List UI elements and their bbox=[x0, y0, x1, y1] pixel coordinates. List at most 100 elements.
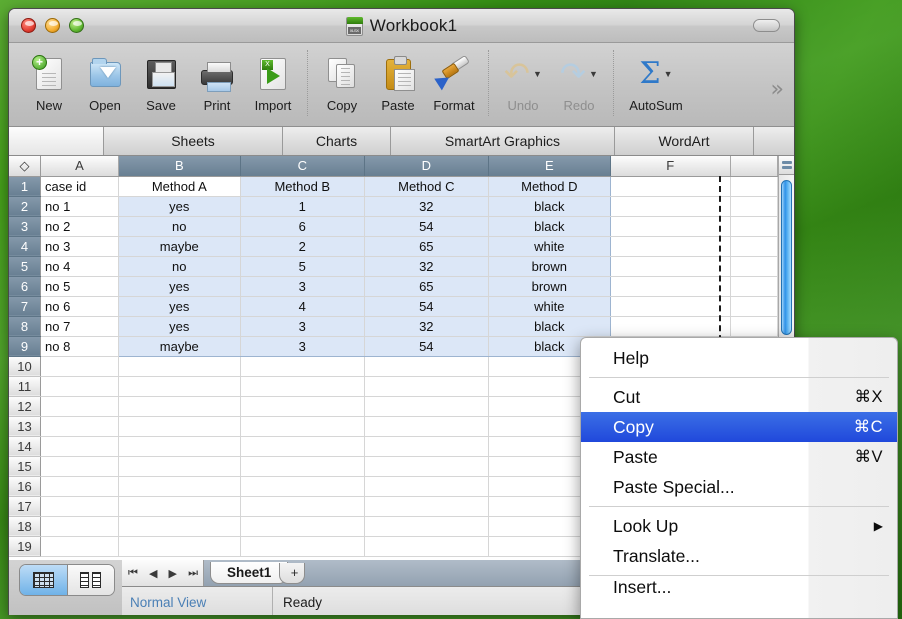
cell-A18[interactable] bbox=[40, 516, 119, 537]
cell-E8[interactable]: black bbox=[488, 316, 611, 337]
cell-B12[interactable] bbox=[118, 396, 241, 417]
row-header-2[interactable]: 2 bbox=[9, 196, 42, 217]
cell-A17[interactable] bbox=[40, 496, 119, 517]
redo-caret-icon[interactable]: ▼ bbox=[589, 69, 598, 79]
context-menu-item-help[interactable]: Help bbox=[581, 343, 897, 373]
cell-C13[interactable] bbox=[240, 416, 365, 437]
cell-C16[interactable] bbox=[240, 476, 365, 497]
row-header-19[interactable]: 19 bbox=[9, 536, 42, 557]
cell-B6[interactable]: yes bbox=[117, 276, 241, 297]
cell-C19[interactable] bbox=[240, 536, 365, 557]
column-header-c[interactable]: C bbox=[240, 156, 365, 177]
column-header-d[interactable]: D bbox=[364, 156, 489, 177]
cell-B18[interactable] bbox=[118, 516, 241, 537]
cell-B15[interactable] bbox=[118, 456, 241, 477]
toolbar-button-save[interactable]: Save bbox=[133, 48, 189, 113]
cell-D19[interactable] bbox=[364, 536, 489, 557]
cell-E4[interactable]: white bbox=[488, 236, 611, 257]
cell-A11[interactable] bbox=[40, 376, 119, 397]
cell-3[interactable] bbox=[730, 216, 778, 237]
cell-2[interactable] bbox=[730, 196, 778, 217]
cell-F7[interactable] bbox=[610, 296, 731, 317]
cell-8[interactable] bbox=[730, 316, 778, 337]
cell-C10[interactable] bbox=[240, 356, 365, 377]
cell-A19[interactable] bbox=[40, 536, 119, 557]
add-sheet-button[interactable]: + bbox=[279, 562, 306, 584]
cell-A15[interactable] bbox=[40, 456, 119, 477]
cell-F5[interactable] bbox=[610, 256, 731, 277]
row-header-6[interactable]: 6 bbox=[9, 276, 42, 297]
toolbar-button-open[interactable]: Open bbox=[77, 48, 133, 113]
cell-E1[interactable]: Method D bbox=[488, 175, 611, 197]
cell-B9[interactable]: maybe bbox=[117, 336, 241, 357]
cell-D8[interactable]: 32 bbox=[364, 316, 489, 337]
context-menu-item-paste[interactable]: Paste ⌘V bbox=[581, 442, 897, 472]
cell-A12[interactable] bbox=[40, 396, 119, 417]
row-header-5[interactable]: 5 bbox=[9, 256, 42, 277]
toolbar-button-undo[interactable]: ↶ ▼ Undo bbox=[495, 48, 551, 113]
row-header-11[interactable]: 11 bbox=[9, 376, 42, 397]
cell-C12[interactable] bbox=[240, 396, 365, 417]
cell-D1[interactable]: Method C bbox=[364, 175, 489, 197]
cell-B14[interactable] bbox=[118, 436, 241, 457]
context-menu-item-look-up[interactable]: Look Up ▶ bbox=[581, 511, 897, 541]
toolbar-button-print[interactable]: Print bbox=[189, 48, 245, 113]
cell-A3[interactable]: no 2 bbox=[40, 216, 119, 237]
toolbar-button-redo[interactable]: ↷ ▼ Redo bbox=[551, 48, 607, 113]
cell-A9[interactable]: no 8 bbox=[40, 336, 119, 357]
select-all-icon[interactable]: ◇ bbox=[9, 156, 42, 177]
next-sheet-icon[interactable]: ▶ bbox=[169, 567, 178, 580]
cell-C5[interactable]: 5 bbox=[240, 256, 365, 277]
cell-D12[interactable] bbox=[364, 396, 489, 417]
row-header-9[interactable]: 9 bbox=[9, 336, 42, 357]
cell-B1[interactable]: Method A bbox=[117, 175, 241, 197]
cell-1[interactable] bbox=[730, 176, 778, 197]
sheet-tab-sheet1[interactable]: Sheet1 bbox=[210, 562, 289, 584]
toolbar-overflow-icon[interactable]: » bbox=[771, 77, 784, 102]
cell-4[interactable] bbox=[730, 236, 778, 257]
cell-E6[interactable]: brown bbox=[488, 276, 611, 297]
row-header-14[interactable]: 14 bbox=[9, 436, 42, 457]
cell-F8[interactable] bbox=[610, 316, 731, 337]
cell-B4[interactable]: maybe bbox=[117, 236, 241, 257]
cell-A1[interactable]: case id bbox=[40, 176, 119, 197]
cell-7[interactable] bbox=[730, 296, 778, 317]
cell-F2[interactable] bbox=[610, 196, 731, 217]
cell-B5[interactable]: no bbox=[117, 256, 241, 277]
context-menu-item-paste-special[interactable]: Paste Special... bbox=[581, 472, 897, 502]
vertical-scroll-thumb[interactable] bbox=[781, 180, 792, 335]
cell-D17[interactable] bbox=[364, 496, 489, 517]
cell-D3[interactable]: 54 bbox=[364, 216, 489, 237]
row-header-7[interactable]: 7 bbox=[9, 296, 42, 317]
cell-A6[interactable]: no 5 bbox=[40, 276, 119, 297]
cell-C8[interactable]: 3 bbox=[240, 316, 365, 337]
cell-D14[interactable] bbox=[364, 436, 489, 457]
cell-D15[interactable] bbox=[364, 456, 489, 477]
cell-D5[interactable]: 32 bbox=[364, 256, 489, 277]
cell-A8[interactable]: no 7 bbox=[40, 316, 119, 337]
cell-F6[interactable] bbox=[610, 276, 731, 297]
cell-B8[interactable]: yes bbox=[117, 316, 241, 337]
cell-C4[interactable]: 2 bbox=[240, 236, 365, 257]
cell-E5[interactable]: brown bbox=[488, 256, 611, 277]
cell-D2[interactable]: 32 bbox=[364, 196, 489, 217]
toolbar-button-copy[interactable]: Copy bbox=[314, 48, 370, 113]
cell-E2[interactable]: black bbox=[488, 196, 611, 217]
row-header-12[interactable]: 12 bbox=[9, 396, 42, 417]
column-header-e[interactable]: E bbox=[488, 156, 611, 177]
cell-A7[interactable]: no 6 bbox=[40, 296, 119, 317]
tab-home[interactable] bbox=[9, 127, 104, 155]
cell-A14[interactable] bbox=[40, 436, 119, 457]
cell-D18[interactable] bbox=[364, 516, 489, 537]
cell-C7[interactable]: 4 bbox=[240, 296, 365, 317]
toolbar-button-format[interactable]: Format bbox=[426, 48, 482, 113]
cell-C17[interactable] bbox=[240, 496, 365, 517]
column-header-f[interactable]: F bbox=[610, 156, 731, 177]
cell-D11[interactable] bbox=[364, 376, 489, 397]
cell-B7[interactable]: yes bbox=[117, 296, 241, 317]
cell-D13[interactable] bbox=[364, 416, 489, 437]
first-sheet-icon[interactable]: ⏮ bbox=[128, 567, 138, 580]
column-header-g[interactable] bbox=[730, 156, 778, 177]
row-header-10[interactable]: 10 bbox=[9, 356, 42, 377]
cell-C15[interactable] bbox=[240, 456, 365, 477]
